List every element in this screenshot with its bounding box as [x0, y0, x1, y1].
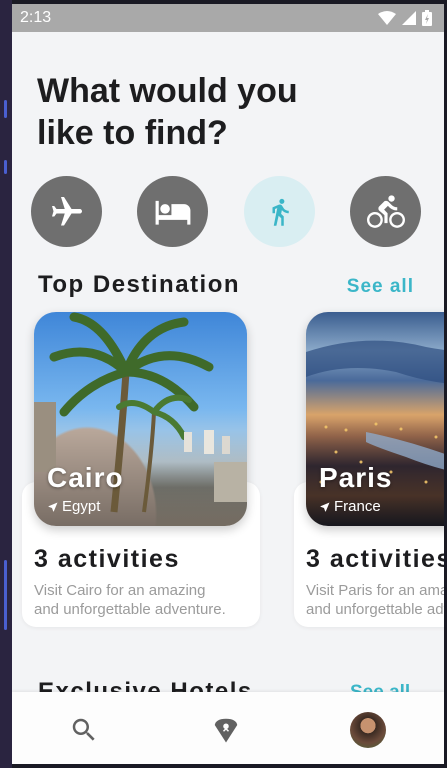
country-label: France	[319, 498, 381, 515]
nav-search-button[interactable]	[64, 710, 104, 750]
bottom-navigation	[12, 692, 444, 764]
city-name: Paris	[319, 462, 393, 493]
frame-accent	[4, 160, 7, 174]
country-name: France	[334, 498, 381, 515]
airplane-icon	[51, 196, 82, 225]
navigation-arrow-icon	[320, 502, 330, 511]
bicycle-icon	[366, 194, 405, 228]
category-hotels-button[interactable]	[137, 176, 208, 247]
category-row	[12, 176, 444, 248]
device-frame: 2:13 What would you like to find? Top De…	[0, 0, 447, 768]
nav-map-button[interactable]	[206, 710, 246, 750]
app-screen: 2:13 What would you like to find? Top De…	[12, 4, 444, 764]
map-pin-icon	[214, 718, 238, 743]
hiking-icon	[272, 198, 289, 226]
see-all-destinations-link[interactable]: See all	[347, 276, 414, 298]
category-activities-button[interactable]	[244, 176, 315, 247]
bed-icon	[155, 200, 190, 225]
activities-count: 3 activities	[34, 545, 180, 573]
activities-count: 3 activities	[306, 545, 444, 573]
status-bar: 2:13	[12, 4, 444, 32]
country-name: Egypt	[62, 498, 101, 515]
battery-icon	[422, 10, 432, 26]
city-name: Cairo	[47, 462, 124, 493]
search-icon	[72, 718, 95, 741]
frame-accent	[4, 560, 7, 630]
page-title: What would you like to find?	[37, 72, 298, 152]
nav-profile-button[interactable]	[348, 710, 388, 750]
destination-photo-paris[interactable]: Paris France	[306, 312, 444, 526]
signal-icon	[402, 11, 416, 25]
frame-accent	[4, 100, 7, 118]
section-title-top-destination: Top Destination	[38, 271, 241, 298]
destination-description: Visit Cairo for an amazing and unforgett…	[34, 582, 226, 618]
country-label: Egypt	[47, 498, 100, 515]
destination-description: Visit Paris for an amazing and unforgett…	[306, 582, 444, 618]
category-flights-button[interactable]	[31, 176, 102, 247]
status-time: 2:13	[20, 9, 52, 26]
navigation-arrow-icon	[48, 502, 58, 511]
destination-photo-cairo[interactable]: Cairo Egypt	[34, 312, 247, 526]
wifi-icon	[378, 11, 396, 25]
category-cycling-button[interactable]	[350, 176, 421, 247]
avatar	[350, 712, 386, 748]
